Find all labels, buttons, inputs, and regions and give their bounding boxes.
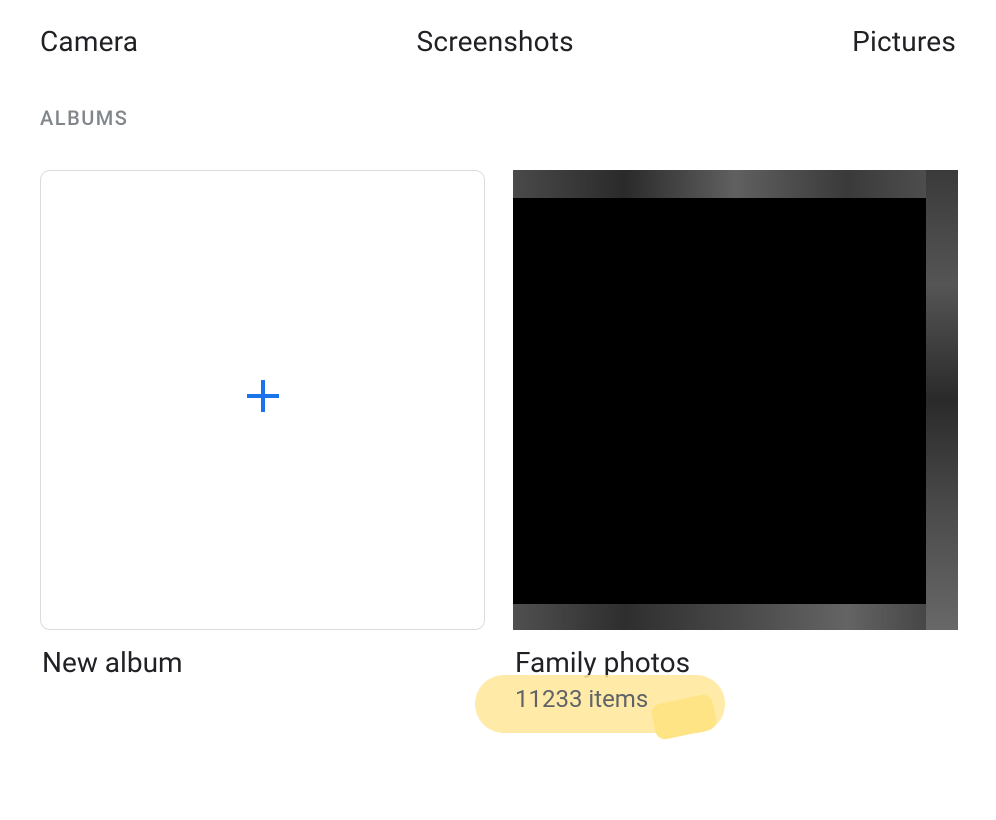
plus-icon [243,376,283,424]
albums-row: New album Family photos 11233 items [0,130,996,713]
new-album-cover [40,170,485,630]
album-count-highlight: 11233 items [513,685,958,713]
new-album-title: New album [40,646,485,679]
album-thumbnail-pixelated [513,170,958,630]
category-camera[interactable]: Camera [40,25,138,58]
family-photos-album-card[interactable]: Family photos 11233 items [513,170,958,713]
category-screenshots[interactable]: Screenshots [417,25,574,58]
family-photos-item-count: 11233 items [515,685,958,713]
device-folders-row: Camera Screenshots Pictures [0,0,996,58]
new-album-card[interactable]: New album [40,170,485,713]
albums-section-header: ALBUMS [0,58,996,130]
family-photos-cover [513,170,958,630]
category-pictures[interactable]: Pictures [852,25,956,58]
